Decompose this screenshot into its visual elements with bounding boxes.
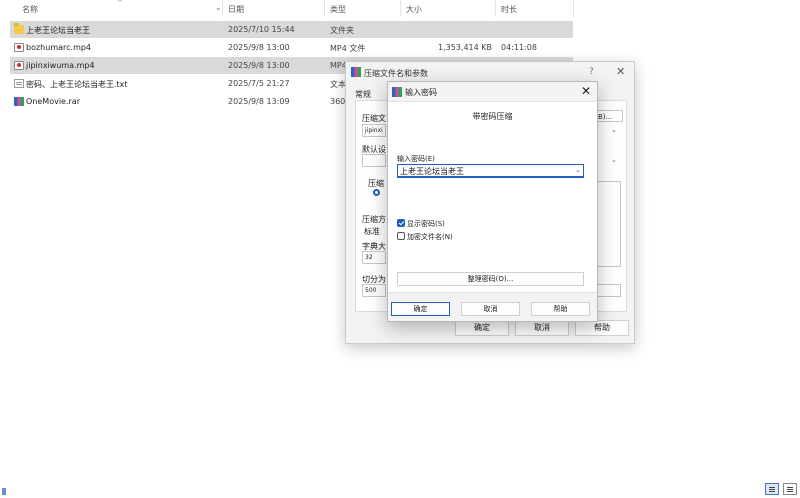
password-label: 输入密码(E) [397,155,435,163]
column-header-date[interactable]: 日期 [228,4,244,15]
password-panel: 带密码压缩 输入密码(E) 上老王论坛当老王 ⌄ 显示密码(S) 加密文件名(N… [388,101,597,293]
file-date: 2025/9/8 13:09 [228,97,290,106]
file-date: 2025/7/5 21:27 [228,79,290,88]
dialog-title: 输入密码 [405,88,437,97]
details-view-icon[interactable] [765,483,779,495]
password-input[interactable]: 上老王论坛当老王 [397,164,584,178]
show-password-label[interactable]: 显示密码(S) [407,219,445,229]
ok-button[interactable]: 确定 [391,302,450,316]
file-type: 360 [330,97,346,106]
method-label: 压缩方 [362,215,386,224]
options-group [595,181,621,267]
sort-ascending-icon: ^ [117,0,123,7]
help-button[interactable]: 帮助 [575,320,629,336]
column-header-name[interactable]: 名称 [22,4,38,15]
file-type: 文件夹 [330,26,354,35]
cancel-button[interactable]: 取消 [515,320,569,336]
close-icon[interactable]: ✕ [581,84,591,98]
ok-button[interactable]: 确定 [455,320,509,336]
column-header-type[interactable]: 类型 [330,4,346,15]
split-input[interactable]: 500 [362,284,386,297]
file-date: 2025/9/8 13:00 [228,43,290,52]
close-icon[interactable]: ✕ [616,65,625,78]
column-filter-dropdown-icon[interactable]: ⌄ [215,3,222,12]
dictionary-select[interactable]: 32 [362,251,386,264]
tiles-view-icon[interactable] [783,483,797,495]
archive-name-label: 压缩文 [362,114,386,123]
file-date: 2025/7/10 15:44 [228,25,295,34]
encrypt-filenames-label[interactable]: 加密文件名(N) [407,232,453,242]
tab-general[interactable]: 常规 [355,89,371,100]
archive-format-label: 压缩 [368,179,384,188]
file-list-header: ^ 名称 ⌄ 日期 类型 大小 时长 [0,0,800,17]
file-name: 密码、上老王论坛当老王.txt [26,80,128,89]
help-button[interactable]: 帮助 [531,302,590,316]
column-header-size[interactable]: 大小 [406,4,422,15]
winrar-icon [392,87,402,97]
rar-archive-icon [14,97,24,106]
encrypt-filenames-checkbox[interactable] [397,232,405,240]
file-name: 上老王论坛当老王 [26,26,90,35]
file-name: bozhumarc.mp4 [26,43,92,52]
browse-button[interactable]: B)... [595,110,623,122]
file-row[interactable]: 上老王论坛当老王 2025/7/10 15:44 文件夹 [10,21,573,38]
video-file-icon [14,43,24,52]
column-divider[interactable] [222,0,223,17]
folder-icon [14,23,24,34]
winrar-icon [351,67,361,77]
dialog-title: 压缩文件名和参数 [364,69,428,78]
chevron-down-icon[interactable]: ⌄ [611,126,617,134]
format-radio[interactable] [373,189,380,196]
chevron-down-icon[interactable]: ⌄ [575,166,581,174]
help-icon[interactable]: ? [589,67,594,77]
archive-name-input[interactable]: jipinxi [362,124,386,137]
file-row[interactable]: bozhumarc.mp4 2025/9/8 13:00 MP4 文件 1,35… [10,39,573,56]
file-size: 1,353,414 KB [438,43,492,52]
status-indicator [2,488,6,495]
column-divider[interactable] [324,0,325,17]
dialog-heading: 带密码压缩 [472,112,513,121]
column-header-duration[interactable]: 时长 [501,4,517,15]
method-value[interactable]: 标准 [364,226,380,237]
file-duration: 04:11:08 [501,43,537,52]
cancel-button[interactable]: 取消 [461,302,520,316]
chevron-down-icon[interactable]: ⌄ [611,156,617,164]
file-date: 2025/9/8 13:00 [228,61,290,70]
password-dialog: 输入密码 ✕ 带密码压缩 输入密码(E) 上老王论坛当老王 ⌄ 显示密码(S) … [387,81,598,322]
show-password-checkbox[interactable] [397,219,405,227]
file-name: OneMovie.rar [26,97,80,106]
organize-passwords-button[interactable]: 整理密码(O)... [397,272,584,286]
file-type: 文本 [330,80,346,89]
file-type: MP4 文件 [330,44,366,53]
profiles-button[interactable] [362,154,386,167]
column-divider[interactable] [495,0,496,17]
file-name: jipinxiwuma.mp4 [26,61,95,70]
text-file-icon [14,79,24,88]
column-divider[interactable] [573,0,574,17]
video-file-icon [14,61,24,70]
split-unit-select[interactable] [595,284,621,297]
column-divider[interactable] [400,0,401,17]
